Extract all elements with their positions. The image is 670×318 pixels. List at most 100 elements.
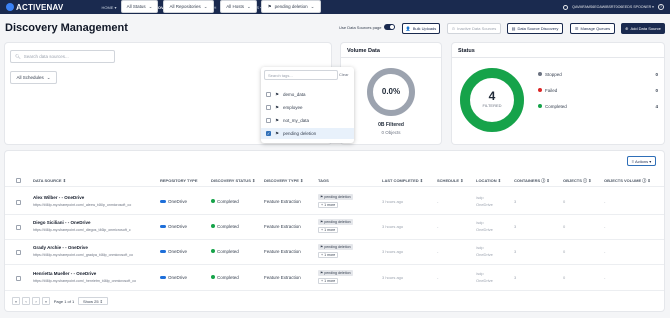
row-checkbox[interactable] (16, 275, 21, 281)
row-divider (5, 290, 664, 291)
tag-option[interactable]: ✓ ⚑ pending deletion (261, 128, 354, 139)
user-menu[interactable]: QAVMFAMS6EOAWIBSRT0O6EEDS SPOONER ▾ ? (563, 0, 664, 14)
col-repository-type: REPOSITORY TYPE (160, 178, 198, 183)
check-circle-icon (211, 249, 215, 254)
manage-queues-button[interactable]: ☰ Manage Queues (570, 23, 615, 34)
repository-type: OneDrive (160, 249, 187, 254)
next-page-button[interactable]: › (32, 297, 40, 305)
location-path: /sdp (476, 220, 484, 225)
more-tags-button[interactable]: + 1 more (318, 278, 339, 284)
tag-icon: ⚑ (275, 117, 280, 123)
tag-option[interactable]: ⚑ employee (261, 102, 354, 113)
data-source-name[interactable]: Alex Wilber - - OneDrive (33, 195, 84, 200)
add-data-source-button[interactable]: ⊕ Add Data Source (621, 23, 665, 34)
bulk-uploads-button[interactable]: 👤 Bulk Uploads (402, 23, 440, 34)
actions-button[interactable]: ≡ Actions ▾ (627, 156, 656, 166)
tag-badge: ⚑ pending deletion (318, 194, 353, 200)
chevron-down-icon: ⌄ (148, 3, 153, 9)
select-all-checkbox[interactable] (16, 178, 21, 183)
data-source-name[interactable]: Diego Siciliani - - OneDrive (33, 220, 91, 225)
repository-type: OneDrive (160, 224, 187, 229)
tag-checkbox[interactable] (266, 105, 271, 110)
toggle-switch[interactable] (384, 24, 396, 30)
data-source-name[interactable]: Henrietta Mueller - - OneDrive (33, 271, 96, 276)
search-input[interactable]: 🔍︎ Search data sources... (10, 50, 115, 63)
search-placeholder: Search data sources... (23, 54, 69, 59)
col-containers[interactable]: CONTAINERS ⓘ ⇕ (514, 178, 550, 184)
col-objects-volume[interactable]: OBJECTS VOLUME ⓘ ⇕ (604, 178, 651, 184)
tag-icon: ⚑ (275, 130, 280, 136)
page-title: Discovery Management (5, 22, 128, 34)
header-divider (5, 186, 664, 187)
discovery-status: Completed (211, 275, 239, 280)
tag-option-label: not_my_data (283, 118, 310, 123)
tag-option[interactable]: ⚑ demo_data (261, 89, 354, 100)
row-checkbox[interactable] (16, 224, 21, 230)
location-type: OneDrive (476, 278, 493, 283)
chevron-down-icon: ⌄ (310, 3, 315, 9)
queue-icon: ☰ (574, 26, 579, 31)
legend-completed: Completed 4 (538, 102, 658, 110)
more-tags-button[interactable]: + 1 more (318, 227, 339, 233)
help-icon[interactable]: ? (658, 4, 664, 10)
data-source-url: https://t46lp-my.sharepoint.com/_henriet… (33, 279, 137, 283)
divider (341, 57, 441, 58)
tag-filter[interactable]: ⚑ pending deletion ⌄ (261, 0, 321, 13)
repository-type: OneDrive (160, 275, 187, 280)
data-source-url: https://t46lp-my.sharepoint.com/_alexw_t… (33, 203, 132, 207)
onedrive-icon (160, 275, 166, 279)
more-tags-button[interactable]: + 1 more (318, 252, 339, 258)
location-path: /sdp (476, 195, 484, 200)
objects-volume: - (604, 198, 606, 204)
discovery-status: Completed (211, 199, 239, 204)
inactive-data-sources-button[interactable]: ⊙ Inactive Data Sources (447, 23, 501, 34)
nav-item-home[interactable]: HOME ▾ (101, 5, 116, 10)
discovery-type: Feature Extraction (264, 274, 301, 280)
tag-badge: ⚑ pending deletion (318, 219, 353, 225)
last-page-button[interactable]: » (42, 297, 50, 305)
status-filter[interactable]: All Status ⌄ (121, 0, 158, 13)
discovery-type: Feature Extraction (264, 198, 301, 204)
tag-checkbox[interactable] (266, 118, 271, 123)
tag-option[interactable]: ⚑ not_my_data (261, 115, 354, 126)
objects-count: 0 (563, 223, 566, 229)
tag-checkbox[interactable]: ✓ (266, 131, 271, 136)
col-objects[interactable]: OBJECTS ⓘ ⇕ (563, 178, 591, 184)
brand-logo[interactable]: ACTIVENAV (6, 3, 63, 12)
col-last-completed[interactable]: LAST COMPLETED ⇕ (382, 178, 423, 183)
use-data-sources-toggle[interactable]: Use Data Sources page (339, 24, 396, 30)
status-total-label: FILTERED (482, 103, 502, 108)
tag-icon: ⚑ (267, 3, 272, 9)
tag-search-input[interactable]: Search tags... (264, 70, 338, 80)
col-location[interactable]: LOCATION ⇕ (476, 178, 501, 183)
row-checkbox[interactable] (16, 249, 21, 255)
tag-checkbox[interactable] (266, 92, 271, 97)
status-title: Status (458, 48, 475, 54)
row-checkbox[interactable] (16, 199, 21, 205)
row-divider (5, 264, 664, 265)
page-size-select[interactable]: Show 25 ⇕ (78, 297, 108, 305)
prev-page-button[interactable]: ‹ (22, 297, 30, 305)
data-source-name[interactable]: Grady Archie - - OneDrive (33, 245, 88, 250)
data-source-url: https://t46lp-my.sharepoint.com/_gradya_… (33, 253, 134, 257)
col-data-source[interactable]: DATA SOURCE ⇕ (33, 178, 66, 183)
containers-count: 3 (514, 198, 517, 204)
clear-tags-button[interactable]: Clear (339, 72, 349, 77)
discovery-type: Feature Extraction (264, 223, 301, 229)
chevron-down-icon: ⌄ (246, 3, 251, 9)
discovery-status: Completed (211, 249, 239, 254)
volume-objects: 0 Objects (381, 130, 401, 135)
volume-title: Volume Data (347, 48, 380, 54)
more-tags-button[interactable]: + 1 more (318, 202, 339, 208)
col-discovery-type[interactable]: DISCOVERY TYPE ⇕ (264, 178, 303, 183)
containers-count: 3 (514, 248, 517, 254)
data-source-discovery-button[interactable]: ▤ Data Source Discovery (507, 23, 563, 34)
repository-filter[interactable]: All Repositories ⌄ (163, 0, 214, 13)
check-circle-icon (211, 275, 215, 280)
failed-dot (538, 88, 542, 92)
first-page-button[interactable]: « (12, 297, 20, 305)
col-schedule[interactable]: SCHEDULE ⇕ (437, 178, 463, 183)
schedule-filter[interactable]: All Schedules ⌄ (10, 71, 57, 84)
col-discovery-status[interactable]: DISCOVERY STATUS ⇕ (211, 178, 255, 183)
hosts-filter[interactable]: All Hosts ⌄ (220, 0, 257, 13)
